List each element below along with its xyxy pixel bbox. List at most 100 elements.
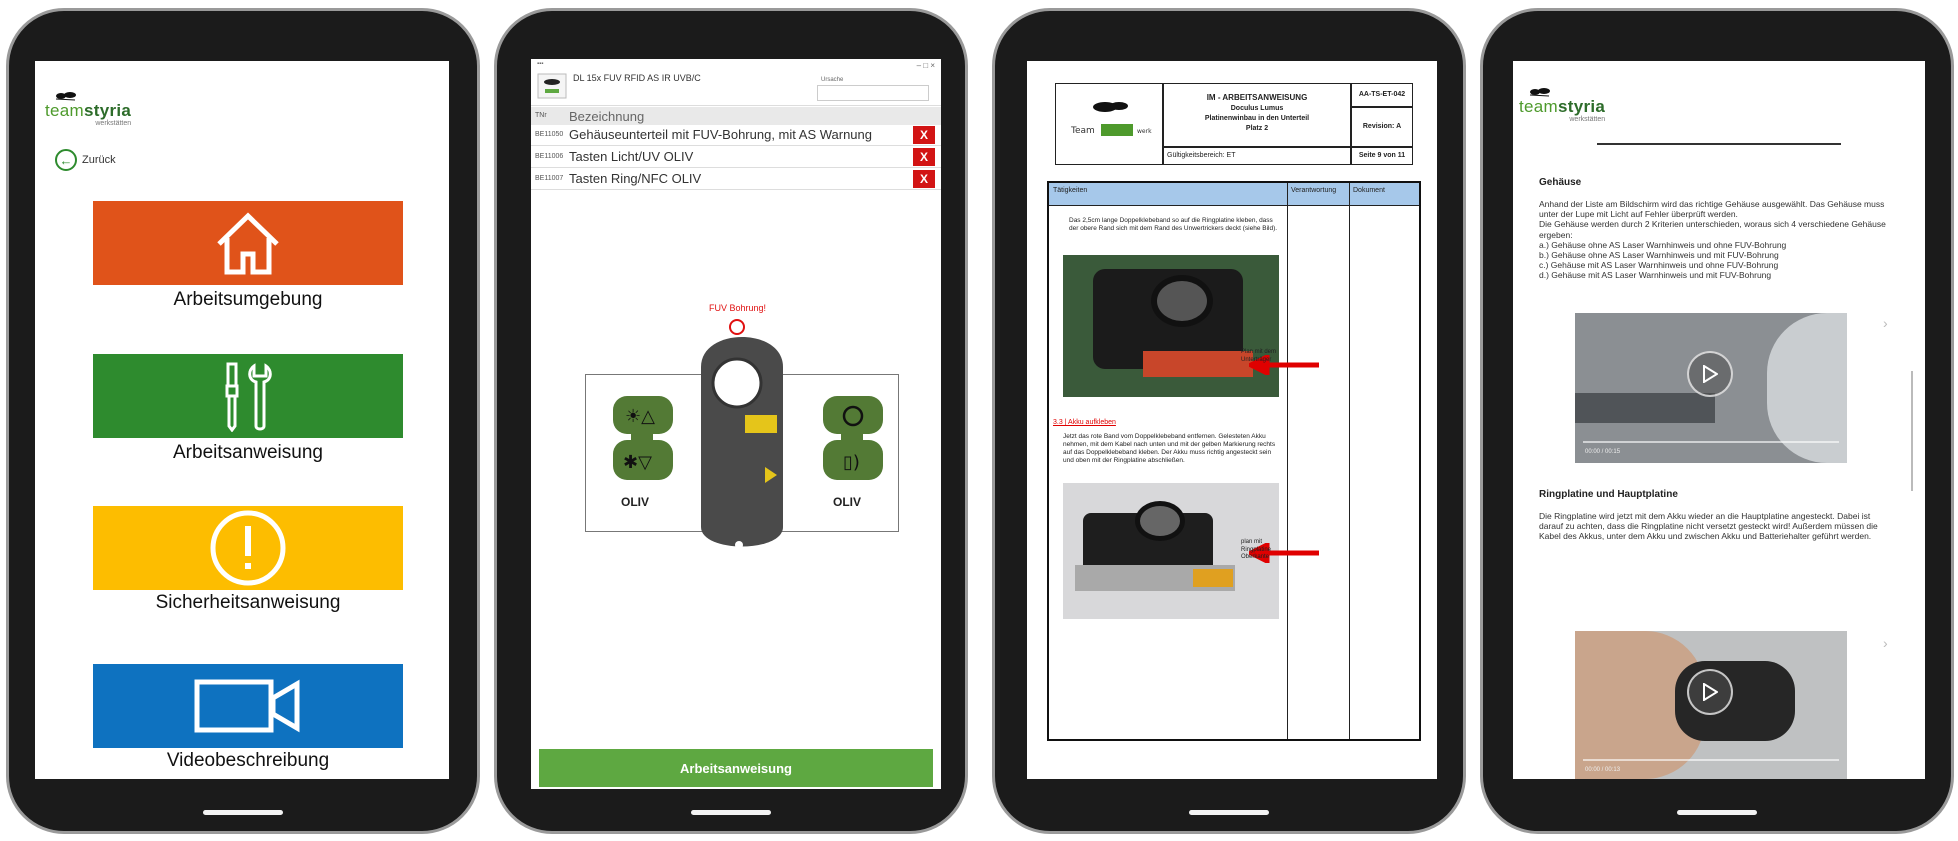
doc-step2-text: Jetzt das rote Band vom Doppelklebeband … <box>1063 433 1276 465</box>
doc-step2-title: 3.3 | Akku aufkleben <box>1053 419 1116 426</box>
window-title: DL 15x FUV RFID AS IR UVB/C <box>573 73 701 83</box>
remove-row-button[interactable]: X <box>913 126 935 144</box>
light-uv-keys-illustration: ☀△ ✱▽ <box>613 396 673 480</box>
chevron-right-icon[interactable]: › <box>1883 635 1888 651</box>
phone-4-screen: teamstyria werkstätten Gehäuse Anhand de… <box>1513 61 1925 779</box>
home-indicator[interactable] <box>691 810 771 815</box>
logo-text-team: team <box>1519 97 1558 116</box>
svg-text:Team: Team <box>1070 126 1095 136</box>
teamstyria-logo: teamstyria werkstätten <box>45 91 131 127</box>
doc-photo-ringplatine <box>1063 255 1279 397</box>
video-player-ringplatine[interactable]: 00:00 / 00:13 <box>1575 631 1847 779</box>
phone-4: teamstyria werkstätten Gehäuse Anhand de… <box>1480 8 1954 834</box>
home-indicator[interactable] <box>1189 810 1269 815</box>
doc-subtitle-3: Platz 2 <box>1245 125 1269 132</box>
doc-revision: Revision: A <box>1362 123 1402 130</box>
logo-subtitle: werkstätten <box>95 120 132 127</box>
back-label: Zurück <box>82 154 116 166</box>
doc-step1-note: Plan mit dem Unterträger <box>1241 349 1277 363</box>
scrollbar[interactable] <box>1911 371 1913 491</box>
row-name: Gehäuseunterteil mit FUV-Bohrung, mit AS… <box>569 127 872 142</box>
app-small-label: ▪▪▪ <box>537 61 544 67</box>
back-button[interactable]: ← Zurück <box>55 149 116 171</box>
logo-text-team: team <box>45 101 84 120</box>
ursache-input[interactable] <box>817 85 929 101</box>
video-progress[interactable] <box>1583 759 1839 761</box>
tools-icon <box>225 362 272 432</box>
play-icon <box>1703 365 1718 383</box>
device-housing-illustration <box>701 319 783 549</box>
doc-col-divider-2 <box>1349 183 1350 739</box>
row-name: Tasten Ring/NFC OLIV <box>569 171 702 186</box>
doc-subtitle-1: Doculus Lumus <box>1230 105 1284 112</box>
tile-label-arbeitsanweisung: Arbeitsanweisung <box>173 442 323 463</box>
row-code: BE11050 <box>535 131 564 138</box>
teamstyria-doc-logo-icon: Team werk <box>1070 102 1152 136</box>
phone-3-screen: Team werk IM - ARBEITSANWEISUNG Doculus L… <box>1027 61 1437 779</box>
row-code: BE11007 <box>535 175 564 182</box>
phone-1: teamstyria werkstätten ← Zurück Arbeitsu… <box>6 8 480 834</box>
play-button[interactable] <box>1687 351 1733 397</box>
section-title-gehaeuse: Gehäuse <box>1539 177 1582 188</box>
tile-videobeschreibung[interactable] <box>93 664 403 748</box>
window-titlebar: ▪▪▪ DL 15x FUV RFID AS IR UVB/C Ursache … <box>531 59 941 106</box>
home-indicator[interactable] <box>203 810 283 815</box>
section-text-gehaeuse: Anhand der Liste am Bildschirm wird das … <box>1539 199 1886 281</box>
field-label: Ursache <box>821 77 844 83</box>
row-code: BE11006 <box>535 153 564 160</box>
table-row[interactable]: BE11007 Tasten Ring/NFC OLIV X <box>531 169 941 190</box>
logo-text-styria: styria <box>84 101 132 120</box>
doc-step1-text: Das 2,5cm lange Doppelklebeband so auf d… <box>1069 217 1278 233</box>
tile-arbeitsanweisung[interactable] <box>93 354 403 438</box>
header-code: TNr <box>535 112 547 119</box>
back-arrow-icon: ← <box>55 149 77 171</box>
teamstyria-logo: teamstyria werkstätten <box>1519 87 1605 123</box>
section-text-ringplatine: Die Ringplatine wird jetzt mit dem Akku … <box>1539 511 1878 542</box>
header-divider <box>1597 143 1841 145</box>
svg-text:✱▽: ✱▽ <box>623 452 652 473</box>
remove-row-button[interactable]: X <box>913 148 935 166</box>
svg-text:werk: werk <box>1137 128 1152 135</box>
arbeitsanweisung-button[interactable]: Arbeitsanweisung <box>539 749 933 787</box>
phone-2: ▪▪▪ DL 15x FUV RFID AS IR UVB/C Ursache … <box>494 8 968 834</box>
remove-row-button[interactable]: X <box>913 170 935 188</box>
tile-arbeitsumgebung[interactable] <box>93 201 403 285</box>
tile-label-arbeitsumgebung: Arbeitsumgebung <box>173 289 323 310</box>
window-controls[interactable]: – □ × <box>917 61 935 70</box>
left-part-label: OLIV <box>621 495 650 509</box>
doc-subtitle-2: Platinenwinbau in den Unterteil <box>1204 115 1310 122</box>
chevron-right-icon[interactable]: › <box>1883 315 1888 331</box>
video-progress[interactable] <box>1583 441 1839 443</box>
video-camera-icon <box>194 679 300 733</box>
tile-label-sicherheitsanweisung: Sicherheitsanweisung <box>155 592 341 613</box>
svg-text:▯): ▯) <box>843 452 860 473</box>
logo-subtitle: werkstätten <box>1569 116 1606 123</box>
table-header: TNr Bezeichnung <box>531 107 941 125</box>
svg-text:☀△: ☀△ <box>625 406 655 427</box>
phone-2-screen: ▪▪▪ DL 15x FUV RFID AS IR UVB/C Ursache … <box>531 59 941 789</box>
header-name: Bezeichnung <box>569 109 645 124</box>
video-time: 00:00 / 00:15 <box>1585 449 1621 455</box>
play-icon <box>1703 683 1718 701</box>
video-player-gehaeuse[interactable]: 00:00 / 00:15 <box>1575 313 1847 463</box>
doc-step2-note: plan mit Ringplatine Oberkante <box>1241 539 1272 560</box>
doc-col-divider-1 <box>1287 183 1288 739</box>
tile-label-videobeschreibung: Videobeschreibung <box>166 750 330 771</box>
right-part-label: OLIV <box>833 495 862 509</box>
app-logo-icon <box>537 73 567 99</box>
doc-col-dokument: Dokument <box>1353 187 1385 194</box>
fuv-label: FUV Bohrung! <box>709 303 767 313</box>
phone-1-screen: teamstyria werkstätten ← Zurück Arbeitsu… <box>35 61 449 779</box>
home-icon <box>217 212 279 275</box>
play-button[interactable] <box>1687 669 1733 715</box>
logo-text-styria: styria <box>1558 97 1606 116</box>
table-row[interactable]: BE11006 Tasten Licht/UV OLIV X <box>531 147 941 168</box>
exclamation-icon <box>210 510 286 586</box>
tile-sicherheitsanweisung[interactable] <box>93 506 403 590</box>
table-row[interactable]: BE11050 Gehäuseunterteil mit FUV-Bohrung… <box>531 125 941 146</box>
home-indicator[interactable] <box>1677 810 1757 815</box>
ring-nfc-keys-illustration: ▯) <box>823 396 883 480</box>
ant-logo-icon <box>55 92 76 101</box>
ant-logo-icon <box>1529 88 1550 97</box>
doc-col-taetigkeiten: Tätigkeiten <box>1053 187 1088 194</box>
